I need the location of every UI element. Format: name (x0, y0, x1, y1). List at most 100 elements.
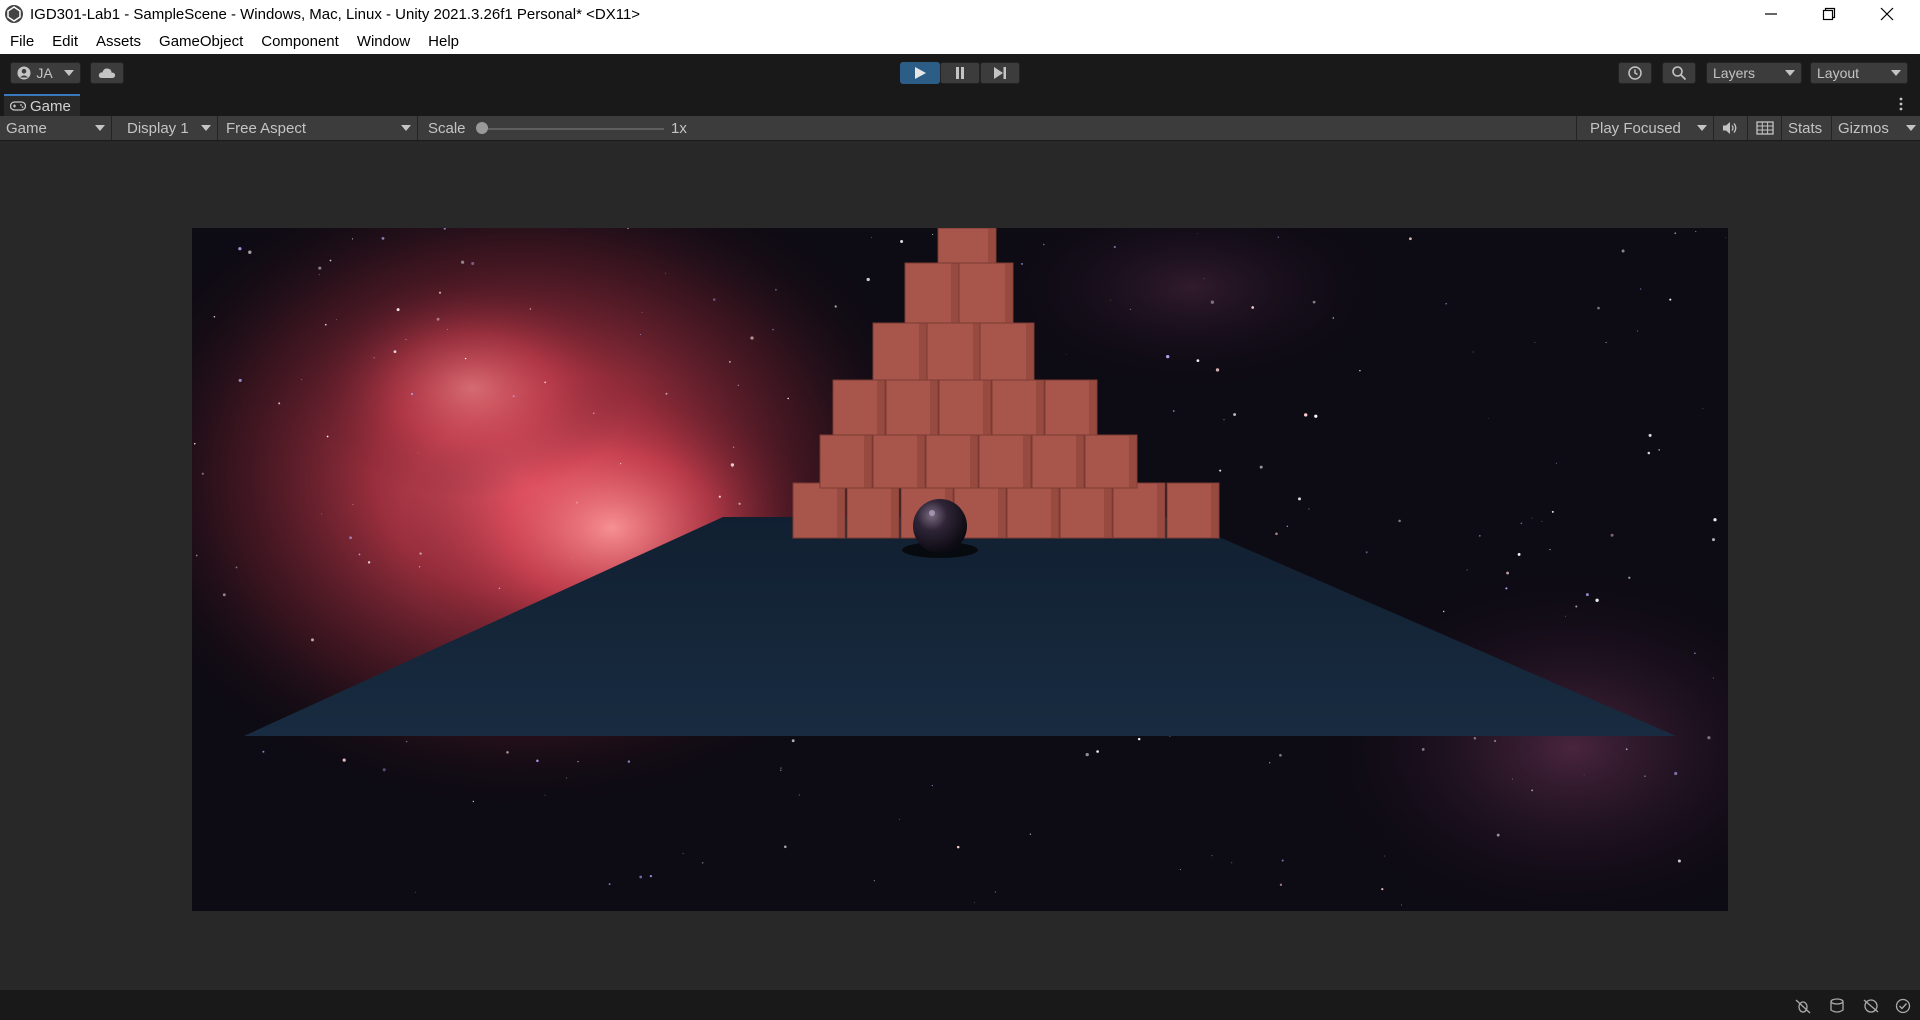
menu-help[interactable]: Help (419, 33, 468, 50)
star (1401, 904, 1402, 906)
account-dropdown[interactable]: JA (10, 62, 81, 84)
mute-audio-button[interactable] (1714, 116, 1748, 140)
star (300, 378, 302, 381)
play-button[interactable] (900, 62, 940, 84)
cloud-icon (98, 68, 116, 78)
star (1472, 351, 1474, 353)
menu-file[interactable]: File (0, 33, 43, 50)
tab-game[interactable]: Game (4, 94, 80, 116)
star (1166, 354, 1170, 359)
star (1628, 576, 1631, 579)
layout-label: Layout (1817, 65, 1860, 81)
layout-dropdown[interactable]: Layout (1810, 62, 1908, 84)
nebula-upper (312, 278, 632, 498)
star (1555, 462, 1558, 464)
star (544, 381, 547, 384)
display-label: Display 1 (127, 119, 189, 137)
star (1605, 342, 1607, 344)
cube-side (837, 483, 845, 538)
star (1647, 451, 1651, 455)
star (222, 593, 226, 597)
star (1541, 521, 1543, 522)
star (460, 260, 465, 264)
view-mode-dropdown[interactable]: Game (0, 116, 112, 140)
history-icon (1628, 66, 1642, 80)
star (780, 769, 782, 771)
star (774, 288, 777, 291)
gizmos-dropdown[interactable]: Gizmos (1832, 116, 1920, 140)
star (1043, 243, 1045, 246)
menu-component[interactable]: Component (252, 33, 348, 50)
star (419, 552, 422, 555)
display-dropdown[interactable]: Display 1 (118, 116, 218, 140)
scale-slider-handle[interactable] (476, 122, 488, 134)
game-view-controls: Game Display 1 Free Aspect Scale 1x Play… (0, 116, 1920, 141)
network-icon[interactable] (1862, 998, 1880, 1014)
star (1384, 855, 1386, 857)
tab-game-label: Game (30, 97, 71, 115)
star (900, 240, 904, 243)
cube-side (1089, 380, 1097, 435)
pause-button[interactable] (940, 62, 980, 84)
check-circle-icon[interactable] (1894, 998, 1912, 1014)
step-icon (994, 67, 1006, 79)
cube-side (1157, 483, 1165, 538)
window-title: IGD301-Lab1 - SampleScene - Windows, Mac… (30, 5, 641, 23)
star (1297, 497, 1302, 501)
star (278, 402, 281, 405)
gizmos-label: Gizmos (1838, 119, 1889, 137)
close-button[interactable] (1858, 0, 1916, 28)
step-button[interactable] (980, 62, 1020, 84)
star (639, 875, 643, 879)
star (1534, 341, 1536, 343)
star (1085, 752, 1089, 757)
aspect-dropdown[interactable]: Free Aspect (218, 116, 418, 140)
star (718, 495, 721, 498)
more-options-icon[interactable] (1898, 96, 1904, 112)
star (932, 233, 934, 235)
close-icon (1880, 7, 1894, 21)
cube-side (917, 435, 925, 488)
menu-gameobject[interactable]: GameObject (150, 33, 252, 50)
restore-button[interactable] (1800, 0, 1858, 28)
scale-slider-track[interactable] (484, 128, 664, 130)
game-viewport[interactable] (192, 228, 1728, 911)
layers-label: Layers (1713, 65, 1756, 81)
gamepad-icon (10, 101, 26, 111)
scale-value: 1x (671, 120, 687, 137)
star (871, 237, 872, 238)
cube-side (951, 263, 959, 323)
cloud-button[interactable] (90, 62, 124, 84)
star (464, 357, 467, 360)
star (1210, 300, 1215, 304)
debug-icon[interactable] (1794, 998, 1812, 1014)
search-button[interactable] (1662, 62, 1696, 84)
stats-label: Stats (1788, 119, 1823, 137)
star (572, 557, 574, 559)
star (1597, 306, 1600, 310)
menu-assets[interactable]: Assets (87, 33, 150, 50)
stats-toggle[interactable]: Stats (1782, 116, 1832, 140)
star (352, 503, 354, 506)
pause-icon (956, 67, 964, 79)
layers-dropdown[interactable]: Layers (1706, 62, 1802, 84)
star (1644, 775, 1646, 778)
cube-side (1051, 483, 1059, 538)
play-mode-dropdown[interactable]: Play Focused (1576, 116, 1714, 140)
star (318, 266, 322, 270)
star (1648, 433, 1652, 437)
menu-window[interactable]: Window (348, 33, 419, 50)
minimize-button[interactable] (1742, 0, 1800, 28)
menu-edit[interactable]: Edit (43, 33, 87, 50)
star (1096, 750, 1099, 753)
star (1215, 368, 1220, 372)
database-icon[interactable] (1828, 998, 1846, 1014)
star (608, 883, 611, 886)
undo-history-button[interactable] (1618, 62, 1652, 84)
aspect-grid-button[interactable] (1748, 116, 1782, 140)
cube-side (1129, 435, 1137, 488)
star (1065, 354, 1067, 355)
star (1021, 262, 1023, 265)
star (506, 751, 509, 754)
cube-side (1076, 435, 1084, 488)
